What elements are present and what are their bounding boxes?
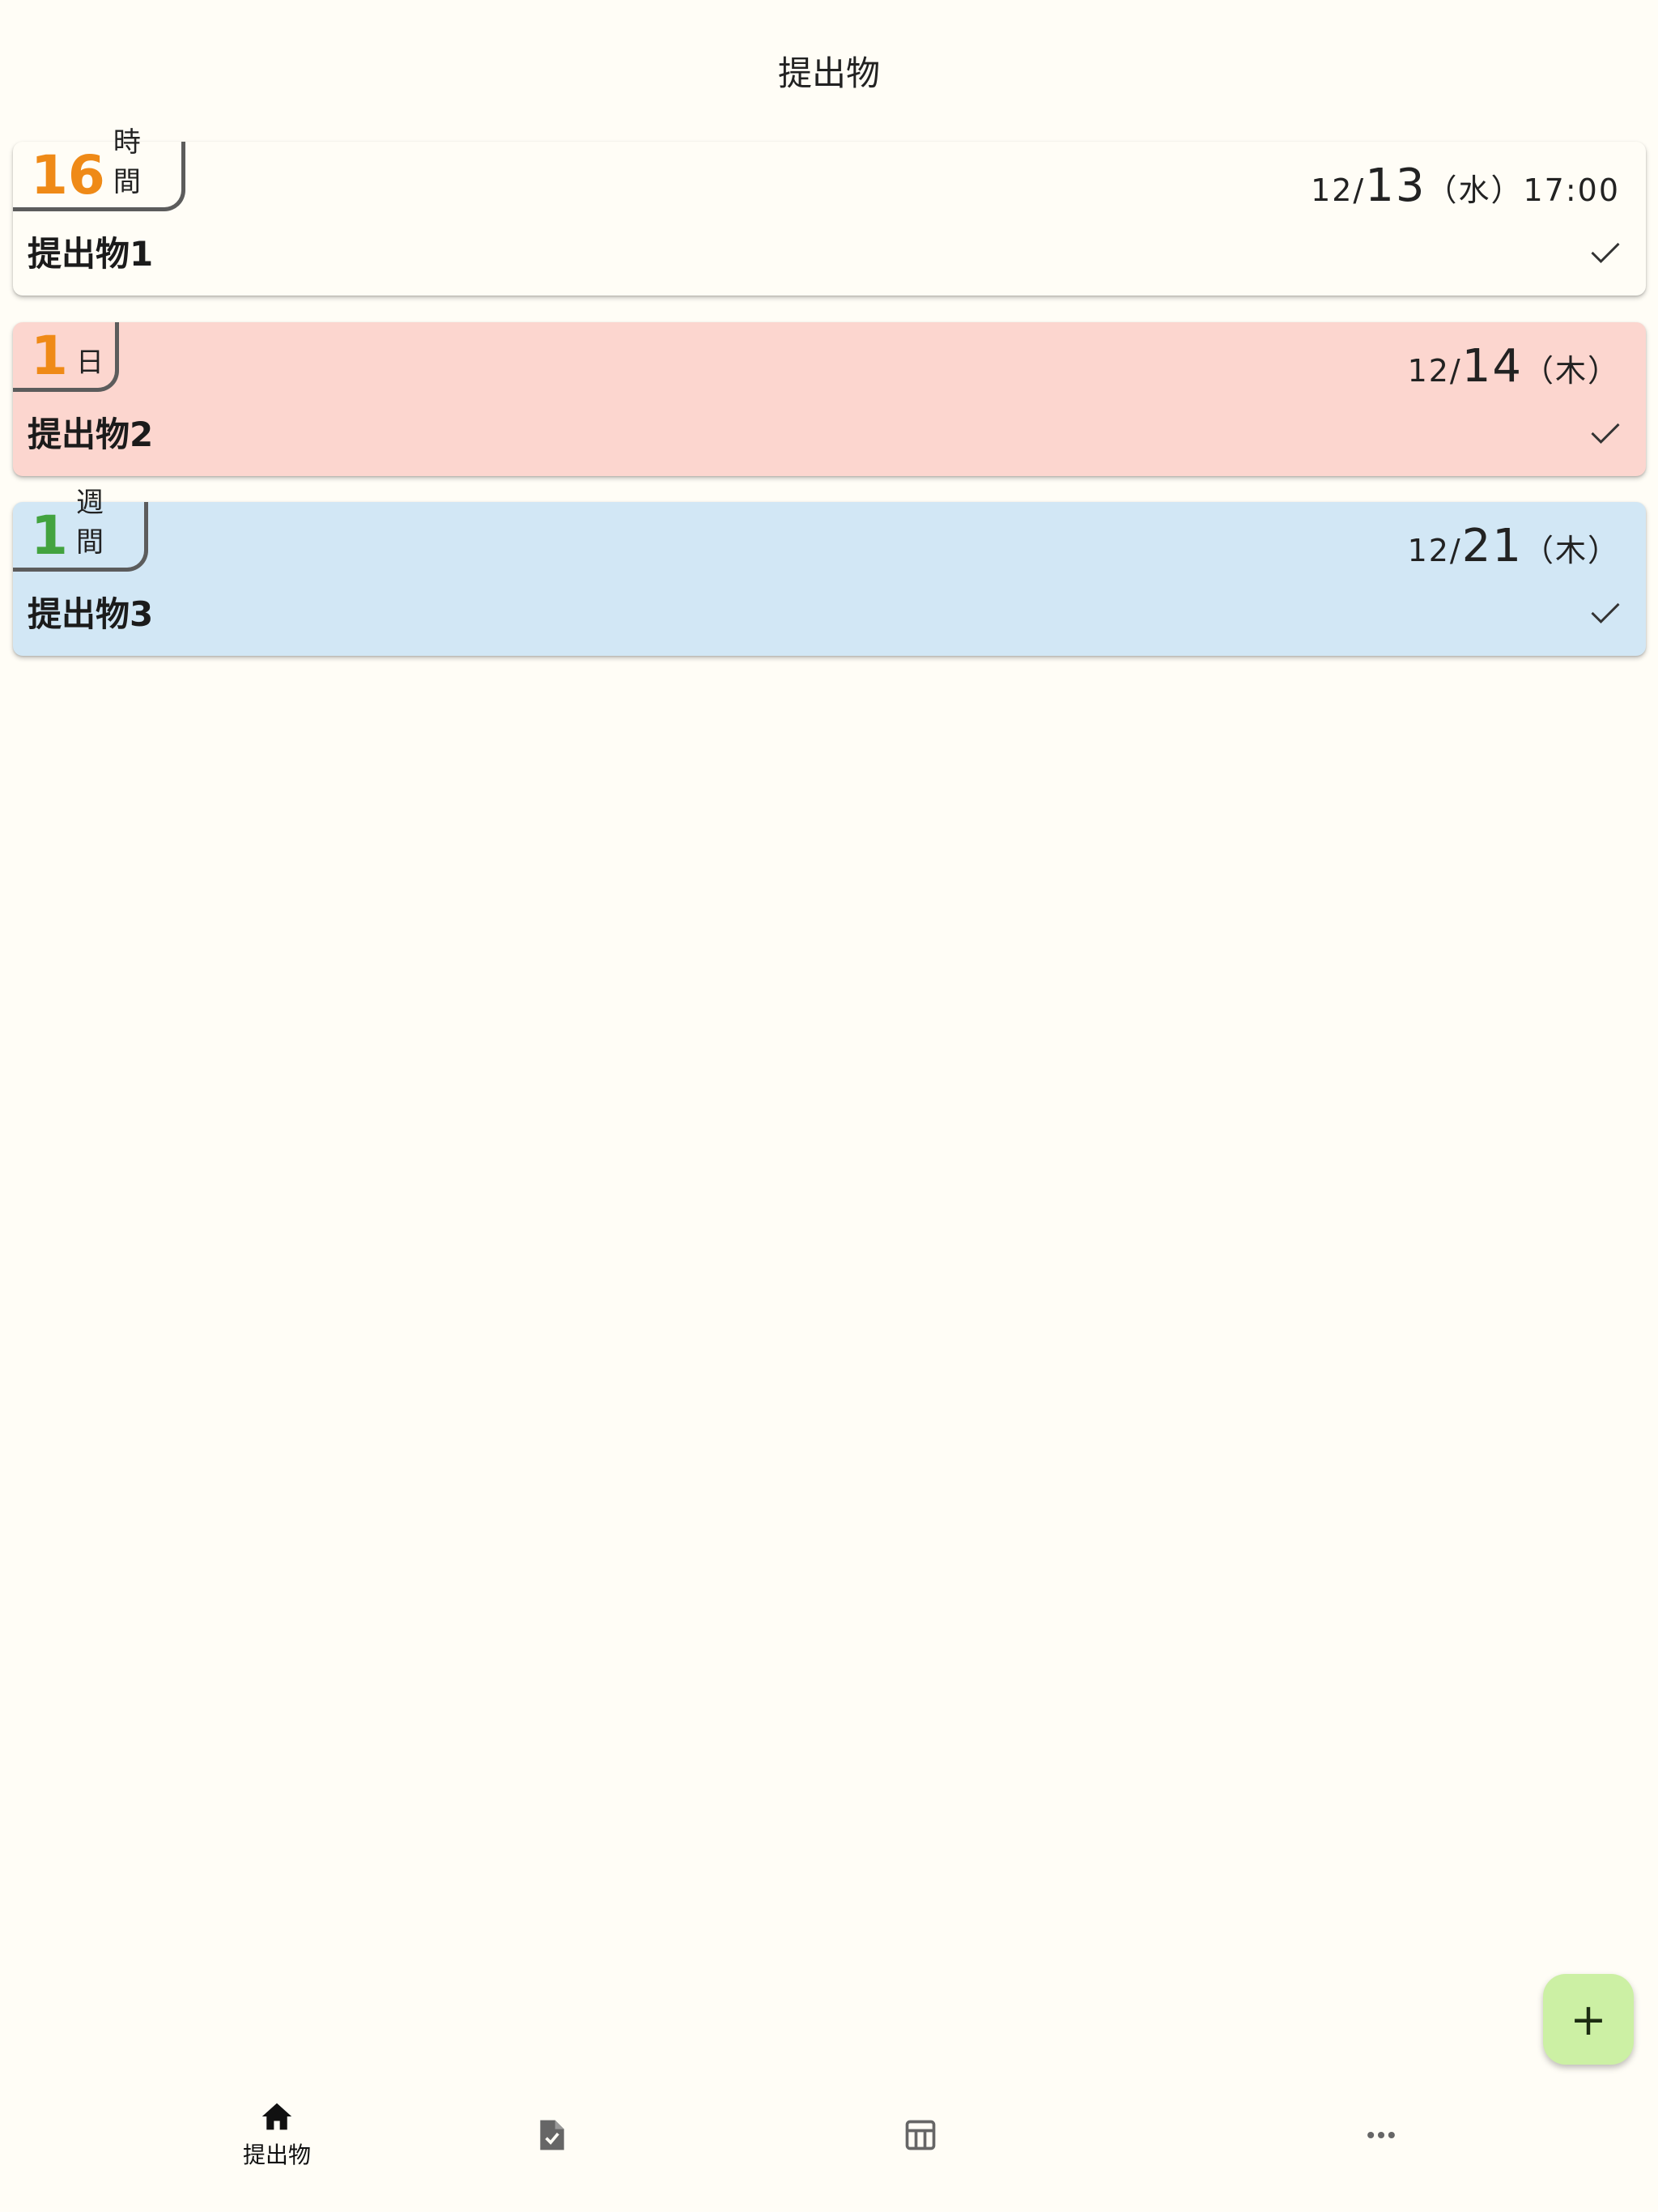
remaining-time-tab: 1 週間 [13, 487, 148, 572]
due-month: 12/ [1407, 533, 1462, 568]
assignment-title: 提出物1 [28, 234, 154, 274]
document-check-icon [539, 2120, 564, 2150]
due-month: 12/ [1407, 353, 1462, 389]
due-date: 12/ 14 （木） [1408, 340, 1620, 393]
due-weekday-time: （水）17:00 [1426, 172, 1620, 208]
nav-item-done[interactable] [368, 2082, 736, 2212]
assignment-title: 提出物3 [28, 594, 154, 634]
due-weekday-time: （木） [1522, 533, 1620, 568]
assignment-card[interactable]: 16 時間 12/ 13 （水）17:00 提出物1 [13, 126, 1646, 296]
due-day: 13 [1365, 160, 1426, 212]
bottom-navigation: 提出物 [0, 2082, 1658, 2212]
check-icon[interactable] [1588, 594, 1623, 630]
due-date: 12/ 13 （水）17:00 [1311, 160, 1620, 212]
remaining-time-tab: 16 時間 [13, 126, 185, 211]
due-date: 12/ 21 （木） [1408, 520, 1620, 572]
more-horizontal-icon [1367, 2131, 1395, 2139]
due-day: 14 [1461, 340, 1523, 393]
assignment-title: 提出物2 [28, 415, 154, 454]
remaining-time-value: 1 [31, 504, 68, 567]
home-icon [261, 2103, 292, 2130]
remaining-time-tab: 1 日 [13, 322, 119, 392]
due-weekday-time: （木） [1522, 353, 1620, 389]
plus-icon: + [1570, 1993, 1607, 2045]
assignment-card[interactable]: 1 日 12/ 14 （木） 提出物2 [13, 322, 1646, 476]
nav-item-timetable[interactable] [736, 2082, 1104, 2212]
remaining-time-unit: 日 [75, 347, 104, 379]
assignment-card[interactable]: 1 週間 12/ 21 （木） 提出物3 [13, 487, 1646, 656]
due-month: 12/ [1311, 172, 1366, 208]
nav-label-assignments: 提出物 [242, 2142, 311, 2168]
nav-item-more[interactable] [1104, 2082, 1658, 2212]
remaining-time-unit: 時間 [113, 126, 141, 198]
check-icon[interactable] [1588, 234, 1623, 270]
remaining-time-unit: 週間 [75, 487, 104, 559]
remaining-time-value: 1 [31, 325, 68, 387]
check-icon[interactable] [1588, 415, 1623, 450]
due-day: 21 [1461, 520, 1523, 572]
table-icon [905, 2120, 935, 2150]
app-title: 提出物 [777, 53, 880, 93]
add-assignment-button[interactable]: + [1543, 1974, 1634, 2065]
remaining-time-value: 16 [31, 144, 105, 206]
